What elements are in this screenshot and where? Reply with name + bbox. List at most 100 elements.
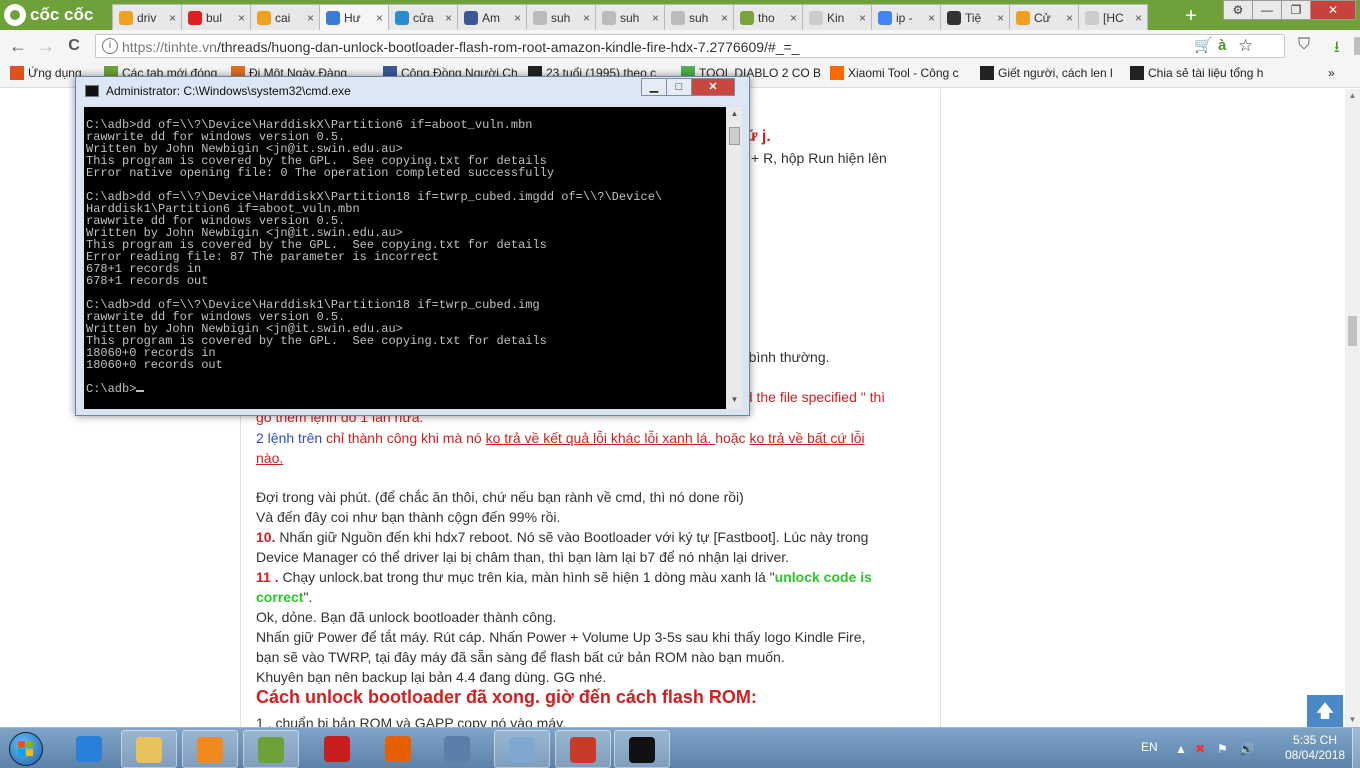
cmd-window[interactable]: Administrator: C:\Windows\system32\cmd.e… <box>75 76 750 416</box>
tray-arrow-icon[interactable]: ▲ <box>1175 742 1187 756</box>
cmd-maximize-button[interactable]: □ <box>666 78 692 96</box>
paragraph-line: Nhấn giữ Power để tắt máy. Rút cáp. Nhấn… <box>256 629 866 645</box>
settings-button[interactable]: ⚙ <box>1223 0 1253 20</box>
back-button[interactable]: ← <box>6 35 30 57</box>
taskbar-network-tool[interactable] <box>430 730 486 768</box>
bookmarks-overflow-button[interactable]: » <box>1328 66 1335 80</box>
tab-label: suh <box>689 10 709 25</box>
tab-favicon-icon <box>809 10 823 25</box>
download-icon[interactable]: ⇩ <box>1354 37 1360 55</box>
bookmark-favicon-icon <box>830 66 844 80</box>
info-icon[interactable]: i <box>102 38 118 54</box>
browser-tab[interactable]: ip - × <box>871 4 941 30</box>
scroll-down-arrow-icon[interactable]: ▼ <box>1345 715 1360 724</box>
browser-tab[interactable]: Tiệ × <box>940 4 1010 30</box>
network-error-icon[interactable]: ✖ <box>1195 742 1205 756</box>
tab-favicon-icon <box>257 10 271 25</box>
step-number: 11 . <box>256 569 279 585</box>
browser-tab[interactable]: cửa × <box>388 4 458 30</box>
cmd-scroll-up-icon[interactable]: ▲ <box>727 109 742 118</box>
cmd-scroll-down-icon[interactable]: ▼ <box>727 395 742 404</box>
show-desktop-button[interactable] <box>1352 728 1360 768</box>
minimize-button[interactable]: — <box>1252 0 1282 20</box>
window-controls: ⚙ — ❐ ✕ <box>1223 0 1356 20</box>
tab-close-icon[interactable]: × <box>652 11 659 25</box>
taskbar-media-player[interactable] <box>182 730 238 768</box>
cmd-scrollbar-thumb[interactable] <box>729 127 740 145</box>
tab-close-icon[interactable]: × <box>790 11 797 25</box>
taskbar-toolbox[interactable] <box>555 730 611 768</box>
volume-icon[interactable]: 🔊 <box>1239 742 1254 756</box>
cmd-title-bar[interactable]: Administrator: C:\Windows\system32\cmd.e… <box>76 77 749 105</box>
tab-close-icon[interactable]: × <box>1135 11 1142 25</box>
browser-tab[interactable]: Am × <box>457 4 527 30</box>
address-bar[interactable]: i https://tinhte.vn/threads/huong-dan-un… <box>95 34 1360 58</box>
tab-close-icon[interactable]: × <box>376 11 383 25</box>
browser-tab[interactable]: cai × <box>250 4 320 30</box>
tab-close-icon[interactable]: × <box>514 11 521 25</box>
tab-close-icon[interactable]: × <box>583 11 590 25</box>
file-explorer-icon <box>136 737 162 763</box>
scroll-to-top-button[interactable]: 🡅 <box>1307 695 1343 727</box>
console-output[interactable]: C:\adb>dd of=\\?\Device\HarddiskX\Partit… <box>84 107 726 409</box>
taskbar-garena[interactable] <box>310 730 366 768</box>
cmd-minimize-button[interactable]: ▁ <box>641 78 667 96</box>
bookmark-star-icon[interactable]: ☆ <box>1238 37 1253 54</box>
bookmark-item[interactable]: Giết người, cách len l <box>980 66 1120 80</box>
url-text[interactable]: https://tinhte.vn/threads/huong-dan-unlo… <box>122 39 799 55</box>
windows-flag-icon <box>18 741 33 756</box>
tab-favicon-icon <box>533 10 547 25</box>
tab-close-icon[interactable]: × <box>928 11 935 25</box>
taskbar-firefox[interactable] <box>371 730 427 768</box>
bookmark-item[interactable]: Xiaomi Tool - Công c <box>830 66 970 80</box>
tab-close-icon[interactable]: × <box>445 11 452 25</box>
coccoc-logo[interactable]: cốc cốc <box>4 2 93 28</box>
taskbar-command-prompt[interactable] <box>614 730 670 768</box>
bookmark-item[interactable]: Chia sẻ tài liệu tổng h <box>1130 66 1270 80</box>
browser-tab[interactable]: suh × <box>664 4 734 30</box>
start-button[interactable] <box>4 730 48 768</box>
browser-tab[interactable]: suh × <box>595 4 665 30</box>
close-button[interactable]: ✕ <box>1310 0 1356 20</box>
browser-tab[interactable]: tho × <box>733 4 803 30</box>
clock[interactable]: 5:35 CH 08/04/2018 <box>1285 733 1345 763</box>
tab-close-icon[interactable]: × <box>997 11 1004 25</box>
browser-tab[interactable]: driv × <box>112 4 182 30</box>
browser-toolbar: ← → C i https://tinhte.vn/threads/huong-… <box>0 30 1360 62</box>
command-prompt-icon <box>629 737 655 763</box>
scrollbar-thumb[interactable] <box>1348 316 1357 346</box>
cart-icon[interactable]: 🛒 <box>1194 38 1213 54</box>
tab-close-icon[interactable]: × <box>169 11 176 25</box>
new-tab-button[interactable]: + <box>1180 6 1202 26</box>
shield-icon[interactable]: ⛉ <box>1298 36 1310 54</box>
taskbar-coccoc-browser[interactable] <box>243 730 299 768</box>
download-arrow-icon[interactable]: ⭳ <box>1334 36 1340 63</box>
taskbar-internet-explorer[interactable] <box>62 730 118 768</box>
action-center-icon[interactable]: ⚑ <box>1217 742 1228 756</box>
browser-tab[interactable]: Cử × <box>1009 4 1079 30</box>
control-panel-icon <box>509 737 535 763</box>
taskbar-control-panel[interactable] <box>494 730 550 768</box>
tab-close-icon[interactable]: × <box>721 11 728 25</box>
forward-button[interactable]: → <box>34 35 58 57</box>
page-scrollbar[interactable]: ▲ ▼ <box>1345 89 1360 727</box>
browser-tab[interactable]: Hư × <box>319 4 389 30</box>
tab-close-icon[interactable]: × <box>859 11 866 25</box>
tab-close-icon[interactable]: × <box>1066 11 1073 25</box>
translate-icon[interactable]: à <box>1218 38 1226 54</box>
browser-tab[interactable]: Kin × <box>802 4 872 30</box>
tab-close-icon[interactable]: × <box>307 11 314 25</box>
paragraph-line: bạn sẽ vào TWRP, tại đây máy đã sẵn sàng… <box>256 649 785 665</box>
reload-button[interactable]: C <box>62 35 86 57</box>
taskbar-file-explorer[interactable] <box>121 730 177 768</box>
scroll-up-arrow-icon[interactable]: ▲ <box>1345 91 1360 100</box>
browser-tab[interactable]: bul × <box>181 4 251 30</box>
cmd-close-button[interactable]: ✕ <box>691 78 735 96</box>
text-span: Chạy unlock.bat trong thư mục trên kia, … <box>278 569 775 585</box>
tab-close-icon[interactable]: × <box>238 11 245 25</box>
language-indicator[interactable]: EN <box>1141 740 1158 754</box>
browser-tab[interactable]: suh × <box>526 4 596 30</box>
cmd-scrollbar[interactable]: ▲ ▼ <box>727 107 742 409</box>
maximize-button[interactable]: ❐ <box>1281 0 1311 20</box>
browser-tab[interactable]: [HC × <box>1078 4 1148 30</box>
